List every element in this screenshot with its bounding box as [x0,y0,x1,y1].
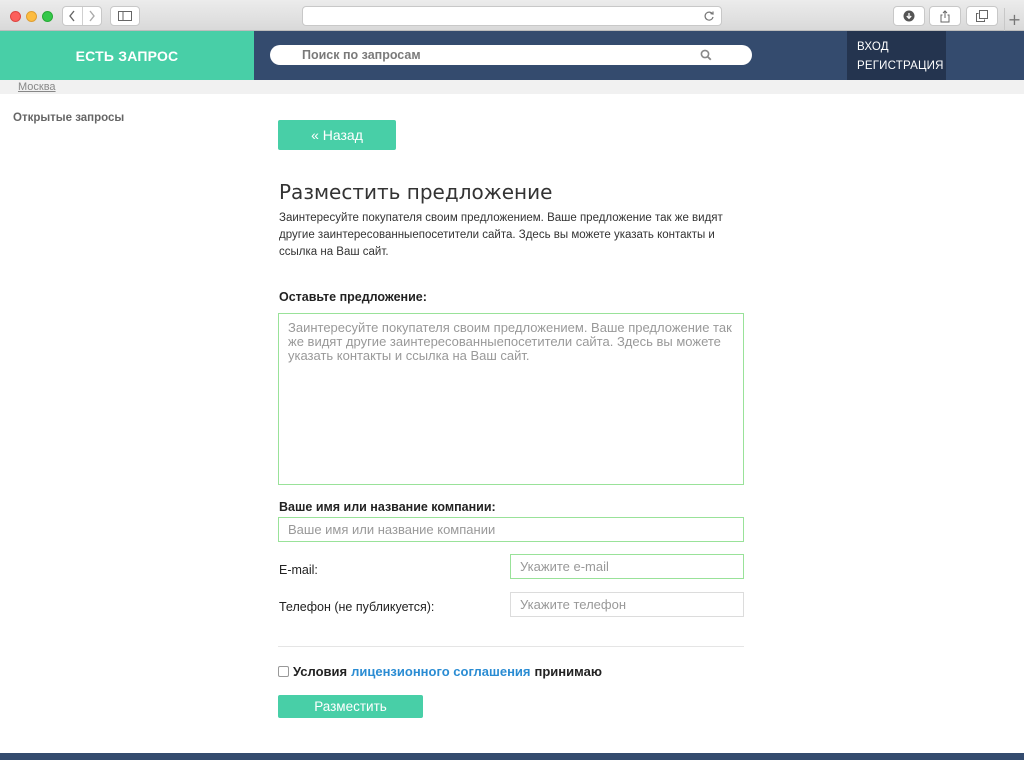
close-window-button[interactable] [10,11,21,22]
search-input[interactable] [270,45,670,65]
page-title: Разместить предложение [279,180,553,204]
license-agreement: Условия лицензионного соглашения принима… [278,664,602,679]
auth-links: ВХОД РЕГИСТРАЦИЯ [847,31,946,80]
chevron-left-icon [69,10,75,22]
page-description: Заинтересуйте покупателя своим предложен… [279,212,723,258]
minimize-window-button[interactable] [26,11,37,22]
share-button[interactable] [929,6,961,26]
plus-icon: + [1007,10,1022,29]
forward-nav-button[interactable] [81,7,102,25]
agree-prefix: Условия [293,664,348,679]
offer-label: Оставьте предложение: [279,290,427,304]
tabs-icon [976,10,988,22]
city-link[interactable]: Москва [18,80,56,94]
name-label: Ваше имя или название компании: [279,500,496,514]
share-icon [940,9,950,22]
register-link[interactable]: РЕГИСТРАЦИЯ [857,57,946,76]
new-tab-button[interactable]: + [1004,8,1024,31]
site-logo[interactable]: ЕСТЬ ЗАПРОС [0,31,254,80]
divider [278,646,744,647]
email-field[interactable] [510,554,744,579]
sidebar-icon [118,11,132,21]
phone-label: Телефон (не публикуется): [279,600,435,614]
site-header: ЕСТЬ ЗАПРОС ВХОД РЕГИСТРАЦИЯ [0,31,1024,80]
history-nav [62,6,102,26]
reload-icon[interactable] [703,10,715,22]
chevron-right-icon [89,10,95,22]
city-bar: Москва [0,80,1024,94]
download-icon [903,10,915,22]
browser-toolbar: + [0,0,1024,31]
sidebar-toggle-button[interactable] [110,6,140,26]
web-page: ЕСТЬ ЗАПРОС ВХОД РЕГИСТРАЦИЯ Москва Откр… [0,31,1024,760]
phone-field[interactable] [510,592,744,617]
site-footer [0,753,1024,760]
open-requests-link[interactable]: Открытые запросы [13,112,124,124]
search-box [270,45,752,65]
back-nav-button[interactable] [63,7,82,25]
offer-textarea[interactable] [278,313,744,485]
search-icon[interactable] [700,49,712,61]
back-button[interactable]: « Назад [278,120,396,150]
name-field[interactable] [278,517,744,542]
agree-suffix: принимаю [534,664,602,679]
tabs-overview-button[interactable] [966,6,998,26]
zoom-window-button[interactable] [42,11,53,22]
agree-checkbox[interactable] [278,666,289,677]
email-label: E-mail: [279,563,318,577]
address-bar[interactable] [302,6,722,26]
downloads-button[interactable] [893,6,925,26]
license-link[interactable]: лицензионного соглашения [351,664,530,679]
login-link[interactable]: ВХОД [857,38,946,57]
submit-button[interactable]: Разместить [278,695,423,718]
